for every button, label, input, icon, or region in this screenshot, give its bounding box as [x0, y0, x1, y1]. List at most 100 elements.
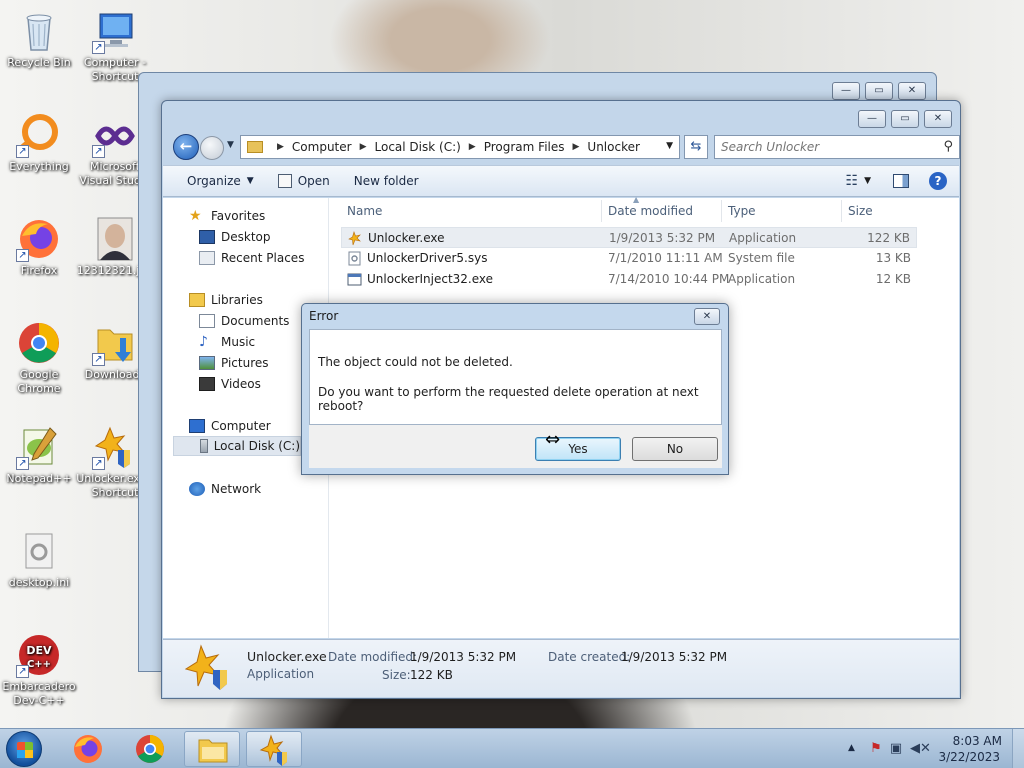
dialog-question: Do you want to perform the requested del…	[318, 385, 699, 413]
recent-places-icon	[199, 251, 215, 265]
file-type: Application	[728, 272, 796, 286]
new-folder-button[interactable]: New folder	[354, 174, 419, 188]
details-size-label: Size:	[382, 668, 411, 682]
nav-recent-places[interactable]: Recent Places	[199, 248, 304, 268]
star-icon: ★	[189, 208, 202, 224]
dialog-title: Error	[309, 309, 339, 323]
breadcrumb-local-disk[interactable]: Local Disk (C:)	[375, 140, 461, 154]
no-button[interactable]: No	[632, 437, 718, 461]
desktop-icon-notepad-plus-plus[interactable]: ↗ Notepad++	[0, 424, 78, 486]
search-icon[interactable]: ⚲	[943, 139, 953, 154]
maximize-button[interactable]: ▭	[865, 82, 893, 100]
videos-icon	[199, 377, 215, 391]
desktop-icon-firefox[interactable]: ↗ Firefox	[0, 216, 78, 278]
maximize-button[interactable]: ▭	[891, 110, 919, 128]
close-button[interactable]: ✕	[924, 110, 952, 128]
caption-buttons: — ▭ ✕	[853, 110, 952, 128]
organize-label: Organize	[187, 174, 241, 188]
nav-favorites[interactable]: ★ Favorites	[189, 206, 265, 226]
chevron-down-icon[interactable]: ▼	[864, 176, 871, 186]
file-name: UnlockerDriver5.sys	[367, 251, 488, 265]
taskbar-firefox[interactable]	[60, 731, 116, 767]
show-hidden-icons-button[interactable]: ▲	[848, 743, 855, 753]
svg-text:C++: C++	[27, 659, 51, 670]
taskbar-chrome[interactable]	[122, 731, 178, 767]
recent-pages-dropdown[interactable]: ▼	[227, 140, 234, 150]
minimize-button[interactable]: —	[858, 110, 886, 128]
clock-date[interactable]: 3/22/2023	[938, 750, 1000, 764]
nav-libraries[interactable]: Libraries	[189, 290, 263, 310]
shortcut-arrow-icon: ↗	[92, 353, 105, 366]
search-box[interactable]: ⚲	[714, 135, 960, 159]
taskbar-windows-explorer[interactable]	[184, 731, 240, 767]
file-name: UnlockerInject32.exe	[367, 272, 494, 286]
address-bar[interactable]: ▶ Computer ▶ Local Disk (C:) ▶ Program F…	[240, 135, 680, 159]
nav-computer[interactable]: Computer	[189, 416, 271, 436]
file-row[interactable]: UnlockerInject32.exe 7/14/2010 10:44 PM …	[341, 269, 917, 290]
nav-computer-label: Computer	[211, 419, 271, 433]
forward-button[interactable]	[200, 136, 224, 160]
chevron-down-icon[interactable]: ▼	[666, 141, 673, 151]
chevron-right-icon[interactable]: ▶	[277, 142, 284, 152]
new-folder-label: New folder	[353, 174, 419, 188]
column-divider[interactable]	[721, 200, 722, 222]
volume-muted-icon[interactable]: ◀✕	[910, 741, 931, 757]
nav-libraries-label: Libraries	[211, 293, 263, 307]
file-row[interactable]: Unlocker.exe 1/9/2013 5:32 PM Applicatio…	[341, 227, 917, 248]
breadcrumb-program-files[interactable]: Program Files	[484, 140, 565, 154]
action-center-flag-icon[interactable]: ⚑	[868, 741, 884, 757]
chevron-right-icon[interactable]: ▶	[360, 142, 367, 152]
taskbar-unlocker[interactable]	[246, 731, 302, 767]
refresh-button[interactable]: ⇆	[684, 135, 708, 159]
desktop-icon-label: Firefox	[20, 264, 58, 277]
chevron-right-icon[interactable]: ▶	[573, 142, 580, 152]
desktop-icon-label: desktop.ini	[8, 576, 70, 589]
minimize-button[interactable]: —	[832, 82, 860, 100]
file-row[interactable]: UnlockerDriver5.sys 7/1/2010 11:11 AM Sy…	[341, 248, 917, 269]
clock-time[interactable]: 8:03 AM	[953, 734, 1002, 748]
desktop-icon-embarcadero-dev-cpp[interactable]: DEV C++ ↗ Embarcadero Dev-C++	[0, 632, 78, 708]
breadcrumb-unlocker[interactable]: Unlocker	[587, 140, 640, 154]
details-date-modified: 1/9/2013 5:32 PM	[410, 650, 517, 664]
change-view-icon[interactable]: ☷	[846, 173, 859, 189]
dialog-close-button[interactable]: ✕	[694, 308, 720, 325]
nav-local-disk[interactable]: Local Disk (C:)	[173, 436, 301, 456]
preview-pane-icon[interactable]	[893, 174, 909, 188]
network-status-icon[interactable]: ▣	[888, 741, 904, 757]
organize-button[interactable]: Organize ▼	[187, 174, 254, 188]
desktop-icon-desktop-ini[interactable]: desktop.ini	[0, 528, 78, 590]
chevron-right-icon[interactable]: ▶	[469, 142, 476, 152]
error-dialog[interactable]: Error ✕ The object could not be deleted.…	[301, 303, 729, 475]
firefox-icon	[74, 735, 102, 763]
back-button[interactable]: ←	[173, 134, 199, 160]
start-button[interactable]	[6, 731, 42, 767]
firefox-icon: ↗	[16, 216, 62, 262]
command-bar: Organize ▼ Open New folder ☷ ▼ ?	[163, 165, 959, 197]
nav-videos[interactable]: Videos	[199, 374, 261, 394]
column-divider[interactable]	[841, 200, 842, 222]
desktop-icon-everything[interactable]: ↗ Everything	[0, 112, 78, 174]
show-desktop-button[interactable]	[1012, 729, 1024, 768]
desktop-icon-recycle-bin[interactable]: Recycle Bin	[0, 8, 78, 70]
search-input[interactable]	[721, 137, 931, 157]
open-button[interactable]: Open	[277, 174, 330, 188]
nav-pictures[interactable]: Pictures	[199, 353, 269, 373]
column-header-size[interactable]: Size	[848, 202, 873, 220]
nav-music[interactable]: ♪ Music	[199, 332, 255, 352]
details-date-created-label: Date created:	[548, 650, 631, 664]
column-header-type[interactable]: Type	[728, 202, 756, 220]
column-header-name[interactable]: Name	[347, 202, 382, 220]
computer-icon: ↗	[92, 8, 138, 54]
close-button[interactable]: ✕	[898, 82, 926, 100]
chrome-icon	[136, 735, 164, 763]
nav-documents[interactable]: Documents	[199, 311, 289, 331]
dialog-button-bar: Yes No	[309, 425, 722, 468]
desktop-icon-google-chrome[interactable]: Google Chrome	[0, 320, 78, 396]
column-header-date-modified[interactable]: Date modified	[608, 202, 693, 220]
nav-desktop[interactable]: Desktop	[199, 227, 271, 247]
help-icon[interactable]: ?	[929, 172, 947, 190]
nav-local-disk-label: Local Disk (C:)	[213, 439, 300, 453]
nav-network[interactable]: Network	[189, 479, 261, 499]
breadcrumb-computer[interactable]: Computer	[292, 140, 352, 154]
column-divider[interactable]	[601, 200, 602, 222]
